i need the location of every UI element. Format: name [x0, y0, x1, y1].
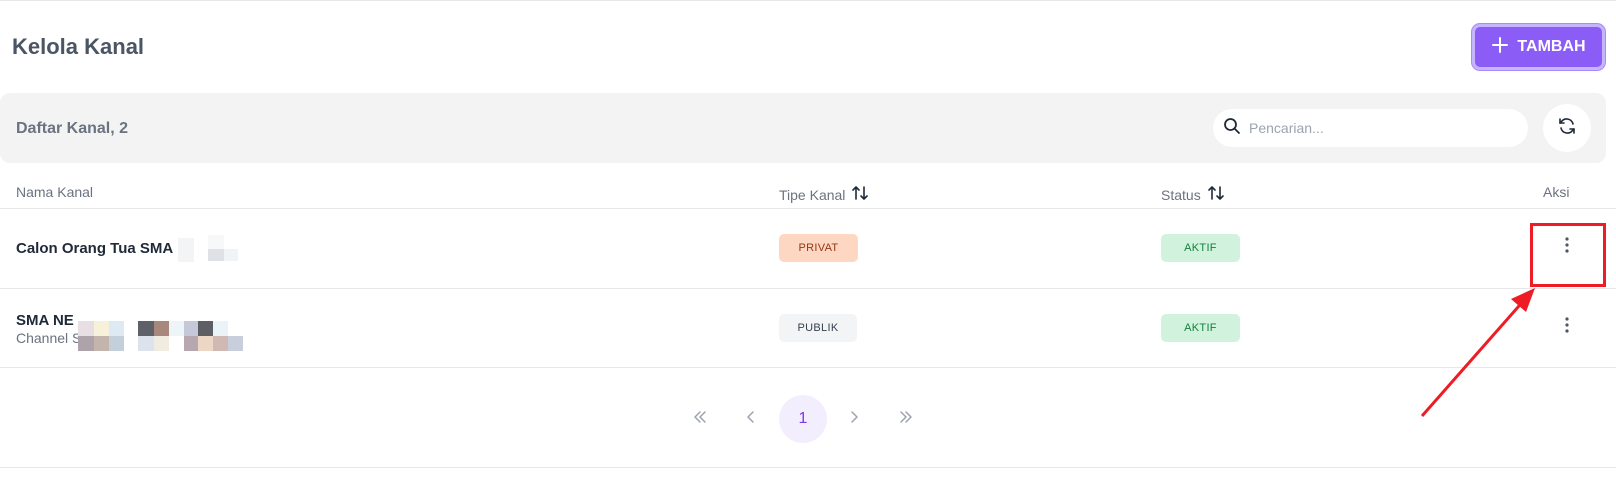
search-input[interactable] — [1249, 120, 1519, 136]
type-badge: PUBLIK — [779, 314, 857, 342]
sort-icon — [1207, 184, 1225, 205]
header-divider — [0, 208, 1616, 209]
redacted-text — [208, 249, 224, 261]
redacted-text — [208, 235, 224, 249]
redacted-text — [198, 321, 213, 336]
row-divider — [0, 367, 1616, 368]
redacted-text — [178, 238, 194, 262]
chevron-right-icon — [846, 409, 862, 430]
redacted-text — [94, 321, 109, 336]
redacted-text — [228, 336, 243, 351]
channel-subtitle: Channel S — [16, 330, 82, 346]
column-header-status[interactable]: Status — [1161, 184, 1225, 205]
channel-name: SMA NE — [16, 312, 74, 329]
redacted-text — [78, 336, 94, 351]
annotation-highlight-box — [1530, 223, 1606, 287]
search-icon — [1223, 117, 1241, 140]
redacted-text — [198, 336, 213, 351]
refresh-icon — [1557, 116, 1577, 141]
column-header-name: Nama Kanal — [16, 184, 94, 200]
last-page-button[interactable] — [882, 395, 930, 443]
chevrons-left-icon — [692, 409, 708, 430]
redacted-text — [169, 321, 184, 336]
row-divider — [0, 288, 1616, 289]
page-button-current[interactable]: 1 — [779, 395, 827, 443]
column-header-actions: Aksi — [1543, 184, 1570, 200]
row-actions-button[interactable] — [1555, 315, 1579, 339]
status-badge: AKTIF — [1161, 314, 1240, 342]
more-vertical-icon — [1557, 315, 1577, 340]
prev-page-button[interactable] — [727, 395, 775, 443]
list-toolbar: Daftar Kanal, 2 — [0, 93, 1606, 163]
first-page-button[interactable] — [676, 395, 724, 443]
redacted-text — [184, 336, 198, 351]
top-divider — [0, 0, 1616, 1]
chevron-left-icon — [743, 409, 759, 430]
add-button-label: TAMBAH — [1517, 38, 1586, 55]
next-page-button[interactable] — [830, 395, 878, 443]
redacted-text — [154, 321, 169, 336]
redacted-text — [109, 336, 124, 351]
add-channel-button[interactable]: TAMBAH — [1472, 24, 1605, 70]
redacted-text — [78, 321, 94, 336]
redacted-text — [138, 321, 154, 336]
search-box[interactable] — [1213, 109, 1528, 147]
sort-icon — [851, 184, 869, 205]
list-title: Daftar Kanal, 2 — [16, 120, 129, 137]
redacted-text — [154, 336, 169, 351]
redacted-text — [94, 336, 109, 351]
bottom-divider — [0, 467, 1616, 468]
type-badge: PRIVAT — [779, 234, 858, 262]
redacted-text — [184, 321, 198, 336]
plus-icon — [1491, 36, 1509, 59]
refresh-button[interactable] — [1543, 104, 1591, 152]
status-badge: AKTIF — [1161, 234, 1240, 262]
redacted-text — [224, 249, 238, 261]
column-header-type[interactable]: Tipe Kanal — [779, 184, 869, 205]
page-title: Kelola Kanal — [12, 34, 145, 59]
redacted-text — [213, 321, 228, 336]
redacted-text — [138, 336, 154, 351]
redacted-text — [109, 321, 124, 336]
channel-name: Calon Orang Tua SMA — [16, 240, 174, 257]
chevrons-right-icon — [898, 409, 914, 430]
redacted-text — [213, 336, 228, 351]
